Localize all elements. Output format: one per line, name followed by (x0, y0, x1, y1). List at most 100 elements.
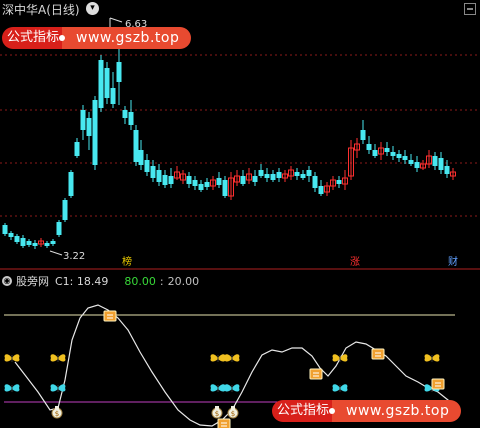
title-bar: 深中华A(日线) (2, 0, 86, 18)
candle-body (133, 130, 139, 162)
candle-body (32, 243, 38, 246)
candle-body (44, 243, 50, 246)
candle-body (336, 180, 342, 184)
marker-zhang[interactable]: 涨 (348, 256, 362, 269)
chart-window: 6.63 3.22 $ $ $ (0, 0, 480, 428)
candle-body (26, 241, 32, 245)
candle-body (276, 172, 282, 178)
watermark-label-bottom: 公式指标 (272, 400, 336, 422)
candle-body (264, 174, 270, 178)
svg-text:$: $ (215, 410, 219, 418)
candle-body (258, 170, 264, 176)
candle-body (138, 150, 144, 165)
candle-body (300, 174, 306, 178)
scroll-icon (103, 310, 117, 322)
minimize-icon[interactable] (464, 3, 476, 15)
watermark-bottom: 公式指标 www.gszb.top (272, 400, 462, 422)
stock-title[interactable]: 深中华A(日线) (2, 1, 80, 18)
indicator-level-high: 80.00 (124, 274, 156, 288)
candle-body (86, 118, 92, 136)
butterfly-icon (50, 384, 66, 392)
indicator-settings-icon[interactable]: ◉ (2, 276, 12, 286)
watermark-dot (59, 35, 66, 41)
money-bag-icon: $ (211, 406, 223, 419)
candle-body (74, 142, 80, 156)
scroll-icon (431, 378, 445, 390)
candle-body (318, 186, 324, 194)
candle-body (98, 60, 104, 108)
candle-body (144, 160, 150, 172)
butterfly-icon (332, 384, 348, 392)
candle-body (396, 154, 402, 158)
marker-cai[interactable]: 财 (446, 256, 460, 269)
butterfly-icon (210, 384, 226, 392)
money-bag-icon: $ (51, 406, 63, 419)
candle-body (438, 158, 444, 170)
candle-body (62, 200, 68, 220)
chevron-down-icon[interactable]: ▾ (86, 2, 99, 15)
low-price-label: 3.22 (63, 251, 85, 262)
candle-body (150, 166, 156, 178)
candle-body (80, 110, 86, 130)
candle-body (366, 144, 372, 150)
watermark-url: www.gszb.top (62, 27, 192, 49)
watermark-label: 公式指标 (2, 27, 66, 49)
butterfly-icon (4, 384, 20, 392)
scroll-icon (309, 368, 323, 380)
indicator-level-low: 20.00 (167, 274, 200, 288)
candle-body (92, 100, 98, 165)
candle-body (156, 170, 162, 182)
high-arrow (109, 17, 123, 23)
butterfly-icon (224, 354, 240, 362)
candle-body (402, 156, 408, 160)
svg-text:$: $ (55, 410, 59, 418)
candle-body (122, 110, 128, 118)
candle-body (104, 68, 110, 98)
candle-body (168, 176, 174, 184)
candle-body (360, 130, 366, 140)
candle-body (444, 166, 450, 174)
candle-body (390, 152, 396, 156)
candle-body (162, 175, 168, 185)
candle-body (384, 148, 390, 152)
candle-body (68, 172, 74, 196)
scroll-icon (217, 418, 231, 428)
candle-body (414, 162, 420, 168)
svg-text:$: $ (231, 410, 235, 418)
butterfly-icon (4, 354, 20, 362)
candle-body (192, 180, 198, 186)
candle-body (312, 176, 318, 188)
money-bag-icon: $ (227, 406, 239, 419)
candle-body (198, 184, 204, 190)
candle-body (116, 62, 122, 82)
candle-body (20, 238, 26, 246)
indicator-name[interactable]: 股旁网 (16, 273, 49, 289)
candle-body (270, 174, 276, 180)
scroll-icon (371, 348, 385, 360)
candle-body (294, 172, 300, 176)
candle-body (186, 176, 192, 184)
candle-body (204, 182, 210, 187)
candle-body (110, 88, 116, 104)
candle-body (128, 112, 134, 125)
candle-body (432, 156, 438, 166)
candle-body (240, 176, 246, 184)
indicator-sep: : (159, 274, 164, 288)
candlesticks (2, 48, 456, 249)
candle-body (2, 225, 8, 234)
watermark-url-bottom: www.gszb.top (332, 400, 462, 422)
watermark-dot-bottom (329, 408, 336, 414)
indicator-header: ◉ 股旁网 C1: 18.49 80.00 : 20.00 (2, 272, 199, 290)
candle-body (252, 176, 258, 182)
candle-body (50, 241, 56, 244)
marker-bang[interactable]: 榜 (120, 256, 134, 269)
butterfly-icon (424, 354, 440, 362)
candle-body (14, 236, 20, 242)
watermark-top: 公式指标 www.gszb.top (2, 27, 192, 49)
chart-canvas: 6.633.22$ $ $ (0, 17, 480, 428)
low-arrow (49, 250, 63, 256)
candle-body (8, 233, 14, 237)
butterfly-icon (210, 354, 226, 362)
candle-body (216, 178, 222, 185)
candle-body (408, 160, 414, 164)
